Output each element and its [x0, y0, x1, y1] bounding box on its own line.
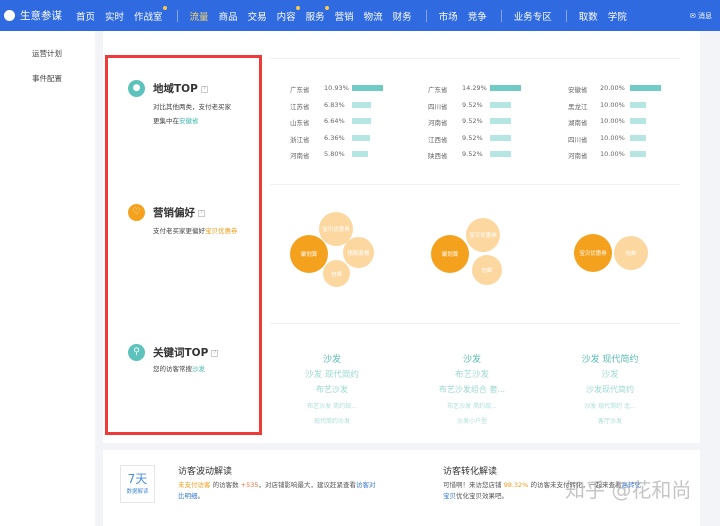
- region-bar: [630, 101, 646, 108]
- marketing-bubble[interactable]: 宝贝优惠券: [574, 234, 612, 272]
- nav-item[interactable]: 流量: [186, 9, 212, 33]
- highlight-box: [105, 55, 262, 435]
- marketing-bubble[interactable]: 聚划算: [431, 235, 469, 273]
- marketing-bubble[interactable]: 宝贝优惠券: [466, 218, 500, 252]
- insight-text: 未支付访客 的访客数 +535，对店铺影响最大，建议赶紧查看访客对比明细。: [178, 481, 376, 500]
- keyword-item[interactable]: 沙发: [402, 352, 542, 365]
- keyword-item[interactable]: 沙发: [540, 368, 680, 380]
- region-row: 河南省 5.80%: [290, 150, 368, 160]
- sidebar: 运营计划 事件配置: [0, 31, 95, 526]
- nav-item[interactable]: 首页: [76, 9, 95, 23]
- nav-separator: [500, 9, 502, 22]
- nav-item[interactable]: 交易: [248, 9, 267, 23]
- region-bar: [490, 134, 511, 141]
- nav-item[interactable]: 商品: [219, 9, 238, 23]
- insight-title: 访客波动解读: [178, 467, 233, 477]
- keyword-item[interactable]: 布艺沙发 简约现...: [262, 401, 402, 410]
- nav-separator: [565, 9, 567, 22]
- region-bar: [630, 85, 661, 91]
- nav-item[interactable]: 竞争: [468, 9, 487, 23]
- marketing-bubble[interactable]: 包邮: [323, 260, 350, 287]
- nav-separator: [425, 9, 427, 22]
- keyword-item[interactable]: 布艺沙发组合 套...: [402, 384, 542, 395]
- keyword-item[interactable]: 布艺沙发: [402, 368, 542, 380]
- region-row: 湖南省 10.00%: [568, 117, 646, 127]
- region-bar: [630, 134, 646, 141]
- nav-item[interactable]: 财务: [393, 9, 412, 23]
- region-bar: [352, 134, 370, 141]
- region-bar: [490, 101, 511, 108]
- keyword-item[interactable]: 沙发 现代简约: [262, 368, 402, 380]
- marketing-bubble[interactable]: 搭配套餐: [343, 237, 374, 268]
- keyword-item[interactable]: 现代简约沙发: [262, 416, 402, 425]
- region-row: 四川省 10.00%: [568, 134, 646, 144]
- nav-item[interactable]: 取数: [579, 9, 598, 23]
- region-row: 江苏省 6.83%: [290, 101, 371, 111]
- nav-item[interactable]: 作战室: [134, 5, 167, 23]
- nav-item[interactable]: 业务专区: [514, 9, 552, 23]
- message-button[interactable]: ✉ 消息: [690, 11, 712, 21]
- divider: [270, 58, 680, 59]
- nav-item[interactable]: 营销: [335, 9, 354, 23]
- insight-title: 访客转化解读: [443, 467, 498, 477]
- region-bar: [352, 151, 368, 157]
- region-bar: [630, 151, 646, 157]
- keyword-item[interactable]: 沙发小户型: [402, 416, 542, 425]
- divider: [270, 323, 680, 324]
- keyword-item[interactable]: 沙发 现代简约 北...: [540, 401, 680, 410]
- 7day-badge: 7天 数据解读: [120, 465, 155, 503]
- divider: [270, 184, 680, 185]
- region-row: 山东省 6.64%: [290, 117, 371, 127]
- nav-item[interactable]: 学院: [608, 9, 627, 23]
- region-bar: [352, 101, 371, 108]
- sidebar-item[interactable]: 事件配置: [32, 73, 62, 84]
- nav-item[interactable]: 市场: [439, 9, 458, 23]
- region-bar: [352, 118, 371, 124]
- nav-item[interactable]: 服务: [306, 5, 329, 23]
- marketing-bubble[interactable]: 包邮: [614, 236, 648, 270]
- region-row: 安徽省 20.00%: [568, 84, 661, 94]
- keyword-item[interactable]: 客厅沙发: [540, 416, 680, 425]
- region-bar: [630, 118, 646, 124]
- brand[interactable]: 生意参谋: [4, 8, 62, 23]
- watermark: 知乎 @花和尚: [565, 478, 692, 502]
- region-row: 河南省 10.00%: [568, 150, 646, 160]
- notification-dot: [162, 5, 167, 10]
- notification-dot: [324, 5, 329, 10]
- region-row: 四川省 9.52%: [428, 101, 511, 111]
- top-nav: 生意参谋 首页 实时 作战室 流量 商品 交易 内容 服务 营销 物流 财务 市场 竞争 业务专区 取数 学院…: [0, 0, 720, 33]
- keyword-item[interactable]: 沙发现代简约: [540, 384, 680, 395]
- keyword-item[interactable]: 布艺沙发 简约现...: [402, 401, 542, 410]
- marketing-bubble[interactable]: 聚划算: [290, 235, 328, 273]
- nav-separator: [176, 9, 178, 22]
- region-bar: [490, 151, 511, 157]
- nav-item[interactable]: 实时: [105, 9, 124, 23]
- nav-item[interactable]: 物流: [364, 9, 383, 23]
- marketing-bubble[interactable]: 包邮: [472, 255, 502, 285]
- region-row: 广东省 10.93%: [290, 84, 383, 94]
- region-row: 广东省 14.29%: [428, 84, 521, 94]
- region-row: 黑龙江 10.00%: [568, 101, 646, 111]
- region-row: 河南省 9.52%: [428, 117, 511, 127]
- keyword-item[interactable]: 沙发 现代简约: [540, 352, 680, 365]
- notification-dot: [295, 5, 300, 10]
- region-row: 江西省 9.52%: [428, 134, 511, 144]
- keyword-item[interactable]: 布艺沙发: [262, 384, 402, 395]
- sidebar-item[interactable]: 运营计划: [32, 48, 62, 59]
- region-bar: [490, 118, 511, 124]
- region-bar: [352, 85, 383, 91]
- region-bar: [490, 85, 521, 91]
- keyword-item[interactable]: 沙发: [262, 352, 402, 365]
- insight-card: 7天 数据解读 访客波动解读 未支付访客 的访客数 +535，对店铺影响最大，建…: [103, 450, 700, 526]
- nav-item[interactable]: 内容: [277, 5, 300, 23]
- region-row: 浙江省 6.36%: [290, 134, 370, 144]
- nav-items: 首页 实时 作战室 流量 商品 交易 内容 服务 营销 物流 财务 市场 竞争 业务专区 取数 学院: [76, 5, 637, 33]
- region-row: 陕西省 9.52%: [428, 150, 511, 160]
- logo-icon: [4, 10, 15, 21]
